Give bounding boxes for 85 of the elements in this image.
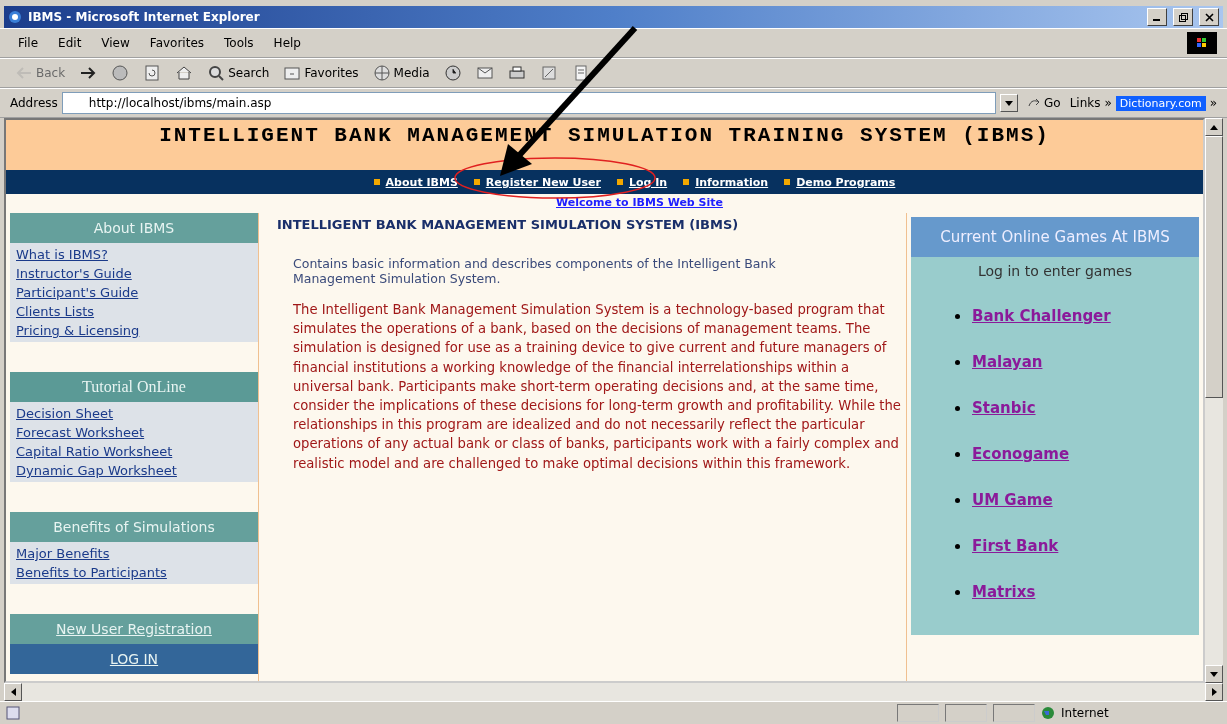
- menu-item[interactable]: File: [10, 34, 47, 52]
- sidebar-link[interactable]: Clients Lists: [16, 302, 258, 321]
- folder-icon: [283, 64, 302, 82]
- game-link[interactable]: Bank Challenger: [972, 307, 1111, 325]
- section-title: INTELLIGENT BANK MANAGEMENT SIMULATION SYSTEM (IBMS): [277, 217, 740, 232]
- description-text: The Intelligent Bank Management Simulation System is a technology-based program that simulates the operations of a bank, based on the decisions of management teams. The simulation is designed for use as a training device to give current and future managers of financial institutions a working knowledge of the financial interrelationships within a universal bank. Participants make short-term operating decisions and, at the same time, consider the implications of these decisions for long-term growth and profitability. While the relationships in this program are idealized and do not necessarily reflect the particular operations of any actual bank or class of banks, participants work with a fairly complex and realistic model and are challenged to make optimal decisions within this framework.: [293, 301, 902, 473]
- close-button[interactable]: [1199, 8, 1219, 26]
- game-link[interactable]: Stanbic: [972, 399, 1036, 417]
- games-hint: Log in to enter games: [977, 262, 1133, 281]
- sidebar-link[interactable]: Instructor's Guide: [16, 264, 258, 283]
- sidebar-link[interactable]: Benefits to Participants: [16, 563, 258, 582]
- printer-icon[interactable]: [507, 64, 526, 82]
- menu-item[interactable]: Help: [265, 34, 309, 52]
- more-chevron[interactable]: »: [1104, 96, 1112, 110]
- game-link[interactable]: Matrixs: [972, 583, 1036, 601]
- dropdown-button[interactable]: [1000, 94, 1018, 112]
- address-label: Address: [10, 96, 58, 110]
- toolbar-button[interactable]: Media: [367, 62, 435, 84]
- nav-link[interactable]: About IBMS: [373, 175, 458, 189]
- sidebar-heading: Benefits of Simulations: [10, 512, 258, 542]
- scroll-down-icon[interactable]: [1210, 671, 1218, 677]
- nav-link[interactable]: Demo Programs: [784, 175, 896, 189]
- nav-link[interactable]: Register New User: [473, 175, 601, 189]
- scroll-right-icon[interactable]: [1211, 688, 1217, 696]
- zone-label: Internet: [1061, 706, 1110, 720]
- sidebar-link[interactable]: Participant's Guide: [16, 283, 258, 302]
- bullet-icon: [955, 543, 960, 549]
- globe-icon: [1041, 706, 1055, 720]
- game-link[interactable]: Malayan: [972, 353, 1043, 371]
- edit-icon[interactable]: [539, 64, 558, 82]
- bullet-icon: [955, 313, 960, 319]
- toolbar-button[interactable]: Search: [202, 62, 275, 84]
- scroll-up-icon[interactable]: [1210, 124, 1218, 130]
- menu-item[interactable]: Edit: [50, 34, 90, 52]
- sidebar-link[interactable]: Decision Sheet: [16, 404, 258, 423]
- close-icon: [1204, 12, 1214, 22]
- welcome-link[interactable]: Welcome to IBMS Web Site: [486, 194, 723, 213]
- sidebar-link[interactable]: Capital Ratio Worksheet: [16, 442, 258, 461]
- sidebar-link[interactable]: Forecast Worksheet: [16, 423, 258, 442]
- sidebar-link[interactable]: What is IBMS?: [16, 245, 258, 264]
- nav-link[interactable]: Log In: [616, 175, 668, 189]
- sidebar-heading: About IBMS: [10, 213, 258, 243]
- windows-logo-icon: [1187, 32, 1217, 54]
- intro-text: Contains basic information and describes components of the Intelligent Bank Management Simulation System.: [293, 256, 777, 286]
- sidebar-link[interactable]: Major Benefits: [16, 544, 258, 563]
- login-link[interactable]: LOG IN: [10, 644, 258, 674]
- vertical-scrollbar[interactable]: [1205, 118, 1223, 683]
- horizontal-scrollbar[interactable]: [4, 683, 1223, 701]
- dictionary-link[interactable]: Dictionary.com: [1115, 95, 1206, 111]
- clock-icon[interactable]: [443, 64, 462, 82]
- bullet-icon: [955, 497, 960, 503]
- menu-item[interactable]: View: [93, 34, 138, 52]
- restore-icon: [1178, 12, 1188, 22]
- bullet-icon: [955, 359, 960, 365]
- bullet-icon: [955, 405, 960, 411]
- minimize-button[interactable]: [1147, 8, 1167, 26]
- home-icon[interactable]: [175, 64, 194, 82]
- bullet-icon: [955, 451, 960, 457]
- toolbar-button[interactable]: Favorites: [278, 62, 364, 84]
- sidebar-heading: Tutorial OnLine: [10, 372, 258, 402]
- stop-icon[interactable]: [111, 64, 130, 82]
- refresh-icon[interactable]: [143, 64, 162, 82]
- window-title: IBMS - Microsoft Internet Explorer: [28, 10, 261, 24]
- game-link[interactable]: UM Game: [972, 491, 1053, 509]
- links-label[interactable]: Links: [1069, 96, 1101, 110]
- more-chevron[interactable]: »: [1209, 96, 1217, 110]
- nav-link[interactable]: Information: [683, 175, 769, 189]
- address-field[interactable]: http://localhost/ibms/main.asp: [61, 92, 996, 114]
- game-link[interactable]: First Bank: [972, 537, 1059, 555]
- restore-button[interactable]: [1173, 8, 1193, 26]
- menu-item[interactable]: Tools: [216, 34, 262, 52]
- game-link[interactable]: Econogame: [972, 445, 1070, 463]
- search-icon: [207, 64, 226, 82]
- mail-icon[interactable]: [475, 64, 494, 82]
- bullet-icon: [955, 589, 960, 595]
- scroll-left-icon[interactable]: [10, 688, 16, 696]
- games-heading: Current Online Games At IBMS: [911, 217, 1199, 257]
- caret-icon: [1005, 100, 1013, 106]
- globe-icon: [372, 64, 391, 82]
- menu-item[interactable]: Favorites: [141, 34, 213, 52]
- sidebar-link[interactable]: Dynamic Gap Worksheet: [16, 461, 258, 480]
- sidebar-link[interactable]: Pricing & Licensing: [16, 321, 258, 340]
- page-icon: [6, 706, 20, 720]
- go-button[interactable]: Go: [1022, 94, 1066, 112]
- browser-icon: [8, 10, 22, 24]
